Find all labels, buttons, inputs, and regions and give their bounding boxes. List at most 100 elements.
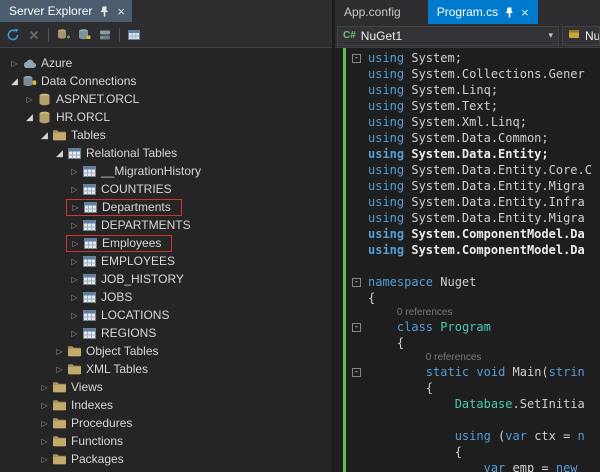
code-line: - static void Main(strin: [335, 364, 600, 380]
expand-arrow-icon[interactable]: ▷: [8, 59, 21, 68]
table-icon: [82, 165, 97, 178]
folder-icon: [52, 417, 67, 430]
expand-arrow-icon[interactable]: ▷: [38, 383, 51, 392]
tree-item-employees[interactable]: ▷ EMPLOYEES: [0, 252, 332, 270]
tree-item-functions[interactable]: ▷ Functions: [0, 432, 332, 450]
expand-arrow-icon[interactable]: ▷: [68, 167, 81, 176]
collapse-arrow-icon[interactable]: ◢: [8, 76, 21, 87]
tree-item-label: Employees: [102, 236, 162, 250]
tree-item-tables[interactable]: ◢ Tables: [0, 126, 332, 144]
table-icon: [82, 327, 97, 340]
expand-arrow-icon[interactable]: ▷: [69, 203, 82, 212]
tree-item-label: DEPARTMENTS: [101, 218, 191, 232]
tree-item-regions[interactable]: ▷ REGIONS: [0, 324, 332, 342]
tree-item-azure[interactable]: ▷ Azure: [0, 54, 332, 72]
connect-server-icon[interactable]: [98, 28, 112, 42]
visual-studio-window: Server Explorer × ▷ Azure ◢ Data Connection…: [0, 0, 600, 472]
add-connection-icon[interactable]: [77, 28, 91, 42]
collapse-arrow-icon[interactable]: ◢: [23, 112, 36, 123]
server-explorer-tree[interactable]: ▷ Azure ◢ Data Connections ▷ ASPNET.ORCL ◢ HR.O…: [0, 48, 332, 472]
table-icon: [83, 201, 98, 214]
table-icon: [82, 309, 97, 322]
tree-item-departments[interactable]: ▷ Departments: [0, 198, 332, 216]
folder-icon: [52, 435, 67, 448]
expand-arrow-icon[interactable]: ▷: [38, 419, 51, 428]
expand-arrow-icon[interactable]: ▷: [68, 221, 81, 230]
tab-label: Program.cs: [436, 5, 499, 19]
expand-arrow-icon[interactable]: ▷: [68, 185, 81, 194]
server-explorer-toolbar: [0, 22, 332, 48]
tree-item-countries[interactable]: ▷ COUNTRIES: [0, 180, 332, 198]
expand-arrow-icon[interactable]: ▷: [23, 95, 36, 104]
code-line: using System.Data.Entity.Infra: [368, 195, 585, 209]
type-dropdown[interactable]: Nu: [562, 25, 600, 46]
expand-arrow-icon[interactable]: ▷: [53, 365, 66, 374]
tree-item-job-history[interactable]: ▷ JOB_HISTORY: [0, 270, 332, 288]
expand-arrow-icon[interactable]: ▷: [68, 275, 81, 284]
close-icon[interactable]: ×: [117, 5, 125, 18]
tree-item-label: Views: [71, 380, 103, 394]
toolbar-separator: [48, 27, 49, 42]
stop-icon[interactable]: [27, 28, 41, 42]
tree-item-procedures[interactable]: ▷ Procedures: [0, 414, 332, 432]
codelens-references[interactable]: 0 references: [426, 351, 482, 364]
tree-item-locations[interactable]: ▷ LOCATIONS: [0, 306, 332, 324]
refresh-icon[interactable]: [6, 28, 20, 42]
expand-arrow-icon[interactable]: ▷: [68, 311, 81, 320]
fold-toggle-icon[interactable]: -: [350, 364, 363, 380]
code-line: {: [368, 445, 462, 459]
codelens-references[interactable]: 0 references: [397, 306, 453, 319]
table-icon: [83, 237, 98, 250]
code-line: using System.ComponentModel.Da: [368, 227, 585, 241]
tree-item-indexes[interactable]: ▷ Indexes: [0, 396, 332, 414]
collapse-arrow-icon[interactable]: ◢: [53, 148, 66, 159]
expand-arrow-icon[interactable]: ▷: [38, 401, 51, 410]
tree-item-data-connections[interactable]: ◢ Data Connections: [0, 72, 332, 90]
tree-item-aspnet-orcl[interactable]: ▷ ASPNET.ORCL: [0, 90, 332, 108]
pin-icon[interactable]: [100, 6, 109, 17]
tab-program-cs[interactable]: Program.cs ×: [427, 0, 538, 24]
tree-item-object-tables[interactable]: ▷ Object Tables: [0, 342, 332, 360]
table-icon: [82, 183, 97, 196]
expand-arrow-icon[interactable]: ▷: [68, 293, 81, 302]
expand-arrow-icon[interactable]: ▷: [38, 455, 51, 464]
create-database-icon[interactable]: [56, 28, 70, 42]
expand-arrow-icon[interactable]: ▷: [53, 347, 66, 356]
tree-item-relational-tables[interactable]: ◢ Relational Tables: [0, 144, 332, 162]
change-tracking-bar: [343, 48, 346, 472]
close-icon[interactable]: ×: [521, 6, 529, 19]
tree-item-employees[interactable]: ▷ Employees: [0, 234, 332, 252]
code-line: using System.Data.Entity.Migra: [368, 211, 585, 225]
code-line: - namespace Nuget: [335, 274, 600, 290]
folder-icon: [67, 345, 82, 358]
database-icon: [37, 93, 52, 106]
server-explorer-title-tab[interactable]: Server Explorer ×: [0, 0, 132, 22]
fold-toggle-icon[interactable]: -: [350, 274, 363, 290]
code-line: using System.Linq;: [368, 83, 499, 97]
type-dropdown-value: Nu: [585, 28, 600, 43]
code-line: using System.Data.Common;: [368, 131, 549, 145]
tree-item-hr-orcl[interactable]: ◢ HR.ORCL: [0, 108, 332, 126]
code-line: using System.Xml.Linq;: [368, 115, 527, 129]
tree-item-packages[interactable]: ▷ Packages: [0, 450, 332, 468]
fold-toggle-icon[interactable]: -: [350, 319, 363, 335]
pin-icon[interactable]: [505, 7, 514, 18]
tree-item-label: Object Tables: [86, 344, 159, 358]
tree-item-xml-tables[interactable]: ▷ XML Tables: [0, 360, 332, 378]
tree-item-views[interactable]: ▷ Views: [0, 378, 332, 396]
fold-toggle-icon[interactable]: -: [350, 50, 363, 66]
expand-arrow-icon[interactable]: ▷: [68, 257, 81, 266]
expand-arrow-icon[interactable]: ▷: [69, 239, 82, 248]
tab-app-config[interactable]: App.config: [335, 0, 410, 24]
tree-item-jobs[interactable]: ▷ JOBS: [0, 288, 332, 306]
table-data-icon[interactable]: [127, 28, 141, 42]
code-line: - using System;: [335, 50, 600, 66]
collapse-arrow-icon[interactable]: ◢: [38, 130, 51, 141]
project-dropdown[interactable]: C# NuGet1 ▾: [337, 25, 559, 46]
tree-item-departments[interactable]: ▷ DEPARTMENTS: [0, 216, 332, 234]
expand-arrow-icon[interactable]: ▷: [38, 437, 51, 446]
tree-item--migrationhistory[interactable]: ▷ __MigrationHistory: [0, 162, 332, 180]
code-editor[interactable]: - using System; using System.Collections.G…: [335, 48, 600, 472]
tree-item-label: EMPLOYEES: [101, 254, 176, 268]
expand-arrow-icon[interactable]: ▷: [68, 329, 81, 338]
